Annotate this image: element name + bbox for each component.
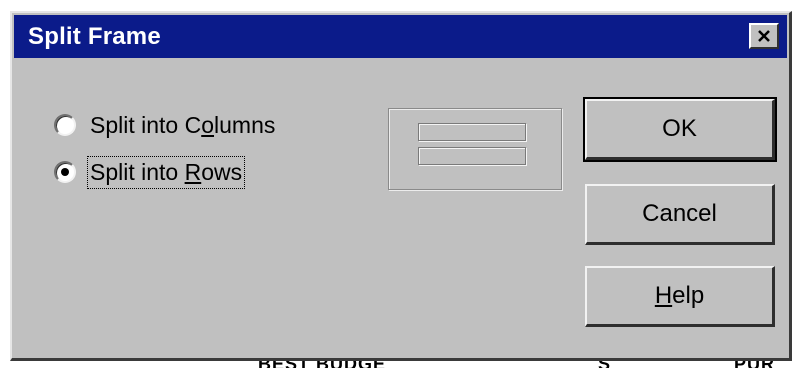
radio-split-rows[interactable]: Split into Rows (54, 155, 246, 189)
radio-split-columns[interactable]: Split into Columns (54, 110, 275, 140)
background-document-text: PUR (734, 360, 775, 368)
background-document-text: S (598, 360, 611, 368)
radio-button-checked[interactable] (54, 161, 76, 183)
cancel-button[interactable]: Cancel (585, 184, 775, 245)
ok-button[interactable]: OK (583, 97, 777, 162)
title-bar[interactable]: Split Frame (14, 15, 787, 58)
radio-label-columns: Split into Columns (90, 111, 276, 138)
dialog-title: Split Frame (28, 23, 161, 50)
preview-bottom-row (418, 147, 526, 165)
radio-selected-dot (61, 168, 69, 176)
help-button[interactable]: Help (585, 266, 775, 327)
close-icon (758, 30, 770, 42)
ok-button-label: OK (662, 115, 697, 142)
split-frame-dialog: Split Frame Split into Columns Split int… (10, 11, 792, 361)
help-button-label: Help (654, 282, 705, 309)
radio-button-unchecked[interactable] (54, 114, 76, 136)
rows-split-preview-icon (388, 108, 562, 190)
radio-label-rows: Split into Rows (86, 155, 246, 189)
background-document-text: BEST BUDGE (258, 360, 386, 368)
preview-top-row (418, 123, 526, 141)
cancel-button-label: Cancel (642, 200, 717, 227)
close-button[interactable] (749, 23, 779, 49)
